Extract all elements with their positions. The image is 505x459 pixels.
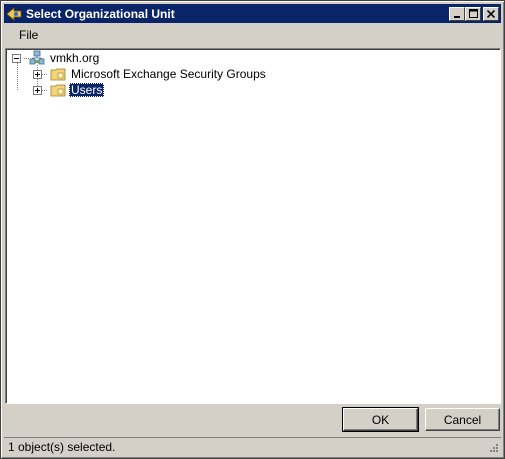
close-button[interactable] [483, 6, 499, 21]
select-ou-dialog: Select Organizational Unit File vmkh.org… [0, 0, 505, 459]
tree-node-users[interactable]: Users [33, 82, 105, 98]
status-text: 1 object(s) selected. [8, 440, 116, 454]
resize-grip-icon[interactable] [487, 441, 499, 453]
tree-node-label: Microsoft Exchange Security Groups [71, 67, 266, 81]
menu-bar: File [4, 25, 501, 45]
ou-folder-icon [50, 84, 66, 97]
exchange-app-icon [6, 6, 22, 22]
window-title: Select Organizational Unit [26, 6, 175, 21]
minimize-button[interactable] [449, 6, 465, 21]
domain-icon [29, 50, 45, 65]
title-bar[interactable]: Select Organizational Unit [4, 4, 501, 23]
minimize-icon [454, 15, 460, 18]
expand-icon[interactable] [33, 69, 42, 79]
menu-file[interactable]: File [4, 28, 44, 42]
cancel-button[interactable]: Cancel [425, 408, 500, 431]
tree-node-root[interactable]: vmkh.org [12, 50, 101, 66]
tree-node-exchange-security-groups[interactable]: Microsoft Exchange Security Groups [33, 66, 268, 82]
expand-icon[interactable] [33, 85, 42, 95]
close-icon [487, 9, 495, 18]
tree-connector [17, 63, 18, 91]
tree-node-root-label: vmkh.org [50, 51, 100, 65]
ou-folder-icon [50, 68, 66, 81]
maximize-icon [468, 9, 478, 18]
collapse-icon[interactable] [12, 53, 21, 63]
status-bar: 1 object(s) selected. [4, 437, 501, 456]
caption-buttons [449, 6, 499, 21]
tree-node-label: Users [69, 83, 105, 97]
ou-tree-view[interactable]: vmkh.org Microsoft Exchange Security Gro… [5, 48, 501, 404]
ok-button[interactable]: OK [342, 407, 419, 432]
maximize-button[interactable] [465, 6, 481, 21]
